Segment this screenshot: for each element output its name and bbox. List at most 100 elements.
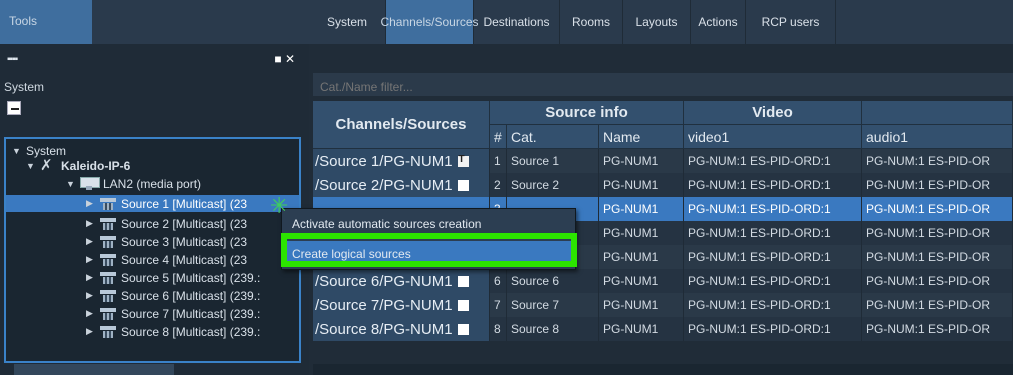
table-cell[interactable]: PG-NUM:1 ES-PID-ORD:1 — [684, 245, 862, 269]
source-icon — [100, 307, 116, 320]
grip-icon[interactable]: ▪▪▪▪ — [7, 54, 18, 65]
expanded-arrow-icon[interactable]: ▼ — [66, 179, 80, 189]
table-cell[interactable]: PG-NUM:1 ES-PID-ORD:1 — [684, 197, 862, 221]
collapsed-arrow-icon[interactable]: ▶ — [86, 290, 100, 301]
table-cell[interactable]: PG-NUM1 — [599, 221, 684, 245]
tree-item[interactable]: ▼ LAN2 (media port) — [66, 175, 201, 192]
table-cell[interactable]: Source 8 — [507, 317, 599, 341]
checkbox[interactable] — [457, 323, 469, 335]
table-cell[interactable]: /Source 2/PG-NUM1 — [313, 173, 490, 197]
checkbox[interactable] — [457, 179, 469, 191]
tree-item[interactable]: ▶ Source 2 [Multicast] (23 — [86, 215, 247, 232]
table-cell[interactable]: 2 — [490, 173, 507, 197]
table-cell[interactable]: PG-NUM:1 ES-PID-ORD:1 — [684, 293, 862, 317]
expanded-arrow-icon[interactable]: ▼ — [12, 146, 26, 156]
tab-tools[interactable]: Tools — [0, 0, 92, 44]
collapsed-arrow-icon[interactable]: ▶ — [86, 218, 100, 229]
collapse-all-button[interactable] — [7, 101, 21, 115]
collapsed-arrow-icon[interactable]: ▶ — [86, 198, 100, 209]
tree-item[interactable]: ▶ Source 6 [Multicast] (239.: — [86, 287, 260, 304]
maximize-icon[interactable]: ■ — [274, 52, 281, 66]
tree-item[interactable]: ▶ Source 8 [Multicast] (239.: — [86, 323, 260, 340]
table-cell[interactable]: PG-NUM1 — [599, 269, 684, 293]
table-cell[interactable]: Source 2 — [507, 173, 599, 197]
cell-name: PG-NUM1 — [603, 154, 659, 168]
table-cell[interactable]: /Source 1/PG-NUM1 — [313, 149, 490, 173]
table-cell[interactable]: 1 — [490, 149, 507, 173]
table-row[interactable]: /Source 7/PG-NUM1 7 Source 7 PG-NUM1 PG-NUM:… — [313, 293, 1013, 317]
cell-audio1: PG-NUM:1 ES-PID-OR — [866, 322, 991, 336]
header-audio1[interactable]: audio1 — [862, 125, 1013, 149]
table-cell[interactable]: Source 6 — [507, 269, 599, 293]
menu-item-activate-automatic-sources[interactable]: Activate automatic sources creation — [282, 211, 577, 237]
table-cell[interactable]: PG-NUM:1 ES-PID-ORD:1 — [684, 317, 862, 341]
collapsed-arrow-icon[interactable]: ▶ — [86, 272, 100, 283]
menu-item-create-logical-sources[interactable]: Create logical sources — [282, 241, 577, 267]
table-cell[interactable]: PG-NUM1 — [599, 317, 684, 341]
table-cell[interactable]: PG-NUM:1 ES-PID-OR — [862, 197, 1013, 221]
table-cell[interactable]: PG-NUM:1 ES-PID-OR — [862, 245, 1013, 269]
tree-item[interactable]: ▼ ✗ Kaleido-IP-6 — [26, 157, 130, 174]
tab-rooms[interactable]: Rooms — [560, 0, 623, 44]
tree-item[interactable]: ▶ Source 1 [Multicast] (23 — [6, 195, 299, 212]
cat-name-filter-input[interactable] — [313, 73, 1013, 96]
table-cell[interactable]: Source 7 — [507, 293, 599, 317]
table-cell[interactable]: PG-NUM:1 ES-PID-OR — [862, 269, 1013, 293]
header-name[interactable]: Name — [599, 125, 684, 149]
header-channels-sources[interactable]: Channels/Sources — [313, 101, 490, 149]
tree-item[interactable]: ▶ Source 5 [Multicast] (239.: — [86, 269, 260, 286]
table-cell[interactable]: PG-NUM:1 ES-PID-OR — [862, 293, 1013, 317]
cell-name: PG-NUM1 — [603, 178, 659, 192]
table-cell[interactable]: PG-NUM:1 ES-PID-ORD:1 — [684, 173, 862, 197]
header-cat[interactable]: Cat. — [507, 125, 599, 149]
table-cell[interactable]: /Source 7/PG-NUM1 — [313, 293, 490, 317]
table-cell[interactable]: PG-NUM:1 ES-PID-ORD:1 — [684, 221, 862, 245]
table-cell[interactable]: /Source 6/PG-NUM1 — [313, 269, 490, 293]
system-tree[interactable]: ▼ System ▼ ✗ Kaleido-IP-6 ▼ LAN2 (media port) ▶… — [4, 137, 301, 363]
collapsed-arrow-icon[interactable]: ▶ — [86, 254, 100, 265]
tab-system[interactable]: System — [309, 0, 386, 44]
table-cell[interactable]: PG-NUM:1 ES-PID-OR — [862, 173, 1013, 197]
table-cell[interactable]: Source 1 — [507, 149, 599, 173]
tab-bar: System Channels/Sources Destinations Rooms L… — [309, 0, 1013, 44]
collapsed-arrow-icon[interactable]: ▶ — [86, 236, 100, 247]
table-row[interactable]: /Source 8/PG-NUM1 8 Source 8 PG-NUM1 PG-NUM:… — [313, 317, 1013, 341]
tree-item[interactable]: ▶ Source 7 [Multicast] (239.: — [86, 305, 260, 322]
tab-channels-sources[interactable]: Channels/Sources — [380, 0, 479, 44]
table-cell[interactable]: PG-NUM:1 ES-PID-OR — [862, 149, 1013, 173]
tag-checkbox-icon[interactable] — [457, 154, 469, 167]
header-video1[interactable]: video1 — [684, 125, 862, 149]
table-cell[interactable]: PG-NUM1 — [599, 173, 684, 197]
table-scrollbar[interactable] — [313, 364, 1013, 375]
cell-video1: PG-NUM:1 ES-PID-ORD:1 — [688, 154, 831, 168]
header-num[interactable]: # — [490, 125, 507, 149]
table-cell[interactable]: 6 — [490, 269, 507, 293]
table-cell[interactable]: PG-NUM1 — [599, 149, 684, 173]
table-cell[interactable]: PG-NUM:1 ES-PID-ORD:1 — [684, 149, 862, 173]
table-cell[interactable]: PG-NUM1 — [599, 245, 684, 269]
table-cell[interactable]: /Source 8/PG-NUM1 — [313, 317, 490, 341]
checkbox[interactable] — [457, 275, 469, 287]
table-cell[interactable]: 7 — [490, 293, 507, 317]
table-cell[interactable]: PG-NUM1 — [599, 197, 684, 221]
expanded-arrow-icon[interactable]: ▼ — [26, 161, 40, 171]
tab-layouts[interactable]: Layouts — [623, 0, 691, 44]
checkbox[interactable] — [457, 299, 469, 311]
tab-destinations[interactable]: Destinations — [474, 0, 560, 44]
horizontal-scrollbar[interactable] — [14, 364, 174, 375]
table-cell[interactable]: PG-NUM:1 ES-PID-OR — [862, 221, 1013, 245]
tree-item[interactable]: ▶ Source 4 [Multicast] (23 — [86, 251, 247, 268]
collapsed-arrow-icon[interactable]: ▶ — [86, 326, 100, 337]
table-cell[interactable]: PG-NUM1 — [599, 293, 684, 317]
tab-actions[interactable]: Actions — [691, 0, 746, 44]
table-row[interactable]: /Source 2/PG-NUM1 2 Source 2 PG-NUM1 PG-NUM:… — [313, 173, 1013, 197]
table-cell[interactable]: PG-NUM:1 ES-PID-OR — [862, 317, 1013, 341]
tree-item[interactable]: ▶ Source 3 [Multicast] (23 — [86, 233, 247, 250]
tab-rcp-users[interactable]: RCP users — [746, 0, 836, 44]
table-cell[interactable]: 8 — [490, 317, 507, 341]
table-row[interactable]: /Source 6/PG-NUM1 6 Source 6 PG-NUM1 PG-NUM:… — [313, 269, 1013, 293]
collapsed-arrow-icon[interactable]: ▶ — [86, 308, 100, 319]
table-cell[interactable]: PG-NUM:1 ES-PID-ORD:1 — [684, 269, 862, 293]
table-row[interactable]: /Source 1/PG-NUM1 1 Source 1 PG-NUM1 PG-NUM:… — [313, 149, 1013, 173]
close-icon[interactable]: ✕ — [285, 52, 295, 66]
